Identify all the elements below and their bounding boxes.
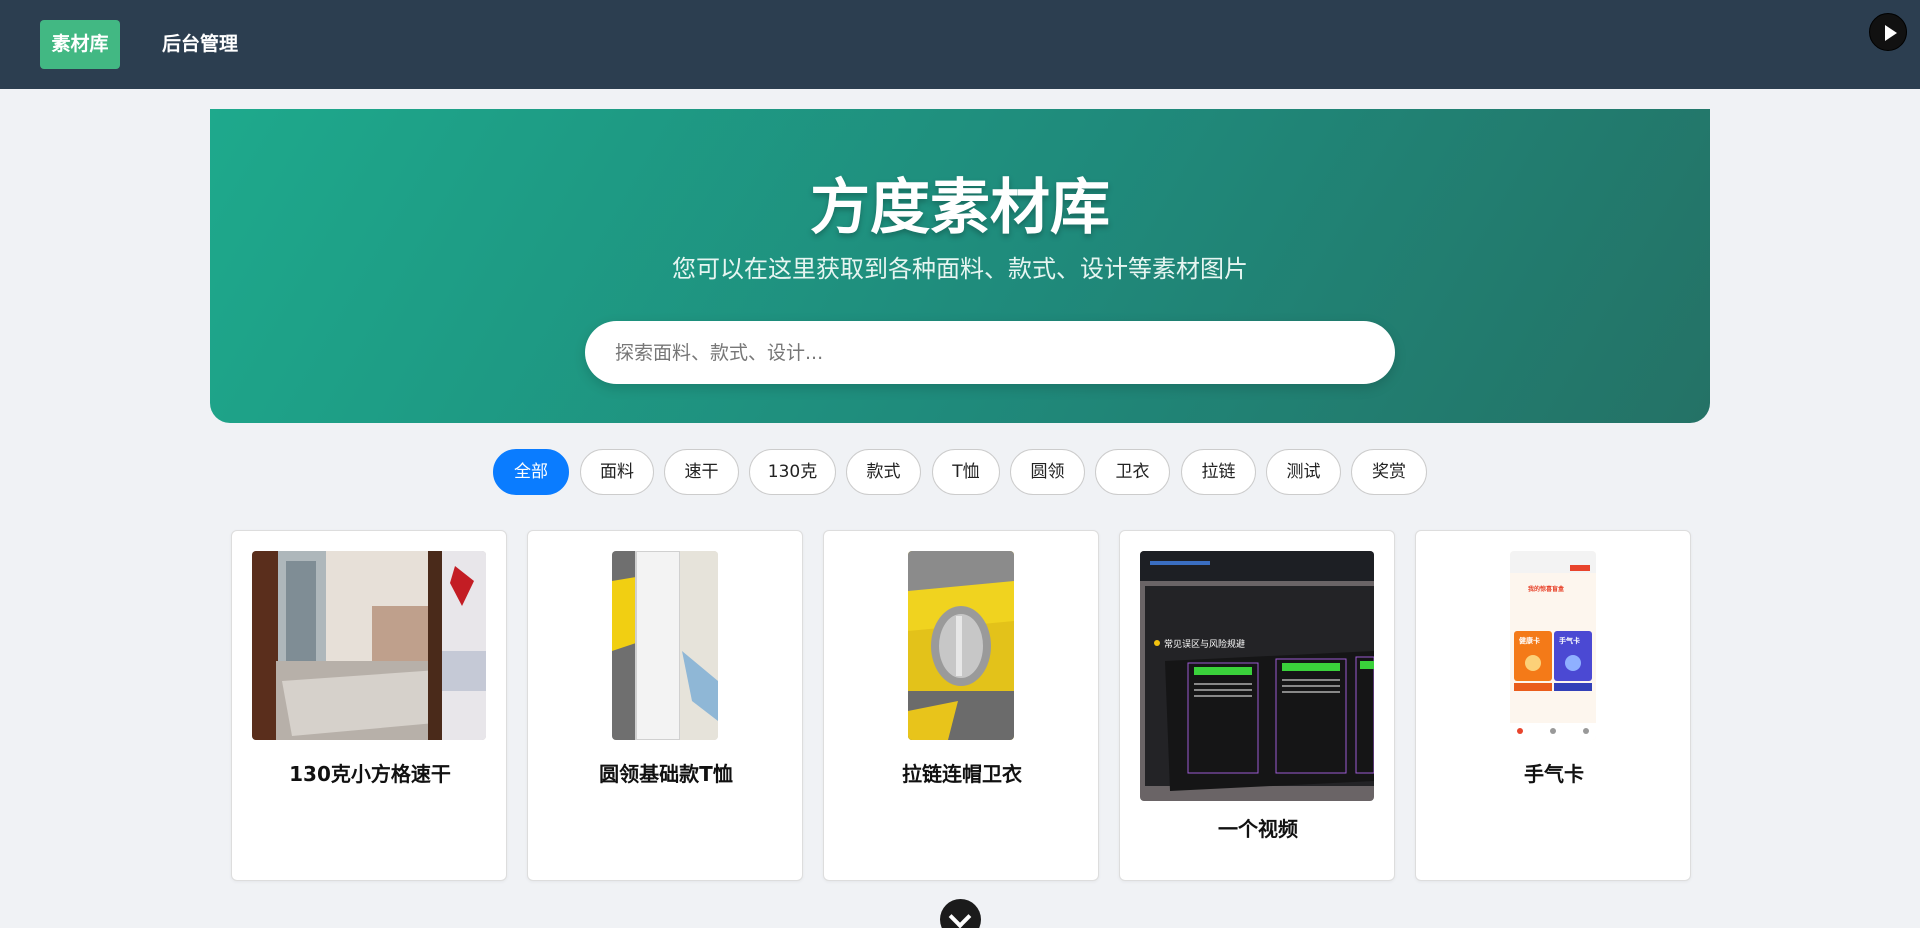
card-title: 圆领基础款T恤 (599, 762, 733, 786)
filter-chip-fabric[interactable]: 面料 (580, 449, 654, 495)
filter-chip-test[interactable]: 测试 (1266, 449, 1341, 495)
search-input[interactable] (585, 321, 1395, 384)
nav-item-admin[interactable]: 后台管理 (150, 20, 250, 69)
card-image: 常见误区与风险规避 (1140, 551, 1374, 801)
chevron-down-icon (948, 905, 972, 928)
card-image (252, 551, 486, 740)
filter-chip-reward[interactable]: 奖赏 (1351, 449, 1427, 495)
card-title: 手气卡 (1524, 762, 1584, 786)
material-card[interactable]: 拉链连帽卫衣 (823, 530, 1099, 881)
nav-item-material-library[interactable]: 素材库 (40, 20, 120, 69)
card-image: 我的惊喜盲盒 健康卡 手气卡 (1510, 551, 1596, 740)
filter-chip-all[interactable]: 全部 (493, 449, 569, 495)
filter-chip-roundneck[interactable]: 圆领 (1010, 449, 1085, 495)
filter-chip-130g[interactable]: 130克 (749, 449, 836, 495)
scroll-down-button[interactable] (940, 899, 981, 928)
page-title: 方度素材库 (810, 173, 1110, 243)
hero-banner: 方度素材库 您可以在这里获取到各种面料、款式、设计等素材图片 (210, 109, 1710, 423)
filter-chip-style[interactable]: 款式 (846, 449, 921, 495)
filter-chip-tshirt[interactable]: T恤 (932, 449, 1000, 495)
card-image (612, 551, 718, 740)
filter-chip-quickdry[interactable]: 速干 (664, 449, 739, 495)
svg-text:健康卡: 健康卡 (1519, 636, 1540, 645)
svg-text:我的惊喜盲盒: 我的惊喜盲盒 (1528, 585, 1565, 593)
material-card[interactable]: 圆领基础款T恤 (527, 530, 803, 881)
page-subtitle: 您可以在这里获取到各种面料、款式、设计等素材图片 (672, 255, 1248, 283)
svg-text:常见误区与风险规避: 常见误区与风险规避 (1164, 638, 1245, 650)
card-title: 拉链连帽卫衣 (902, 762, 1022, 786)
filter-chip-zipper[interactable]: 拉链 (1181, 449, 1256, 495)
card-title: 一个视频 (1218, 817, 1298, 841)
svg-text:手气卡: 手气卡 (1559, 636, 1580, 645)
play-icon (1885, 25, 1897, 41)
card-title: 130克小方格速干 (289, 762, 451, 786)
filter-chip-hoodie[interactable]: 卫衣 (1095, 449, 1170, 495)
card-image (908, 551, 1014, 740)
play-button[interactable] (1869, 13, 1907, 51)
material-card[interactable]: 130克小方格速干 (231, 530, 507, 881)
material-card[interactable]: 常见误区与风险规避 一个视频 (1119, 530, 1395, 881)
top-navbar: 素材库 后台管理 (0, 0, 1920, 89)
material-card[interactable]: 我的惊喜盲盒 健康卡 手气卡 手气卡 (1415, 530, 1691, 881)
